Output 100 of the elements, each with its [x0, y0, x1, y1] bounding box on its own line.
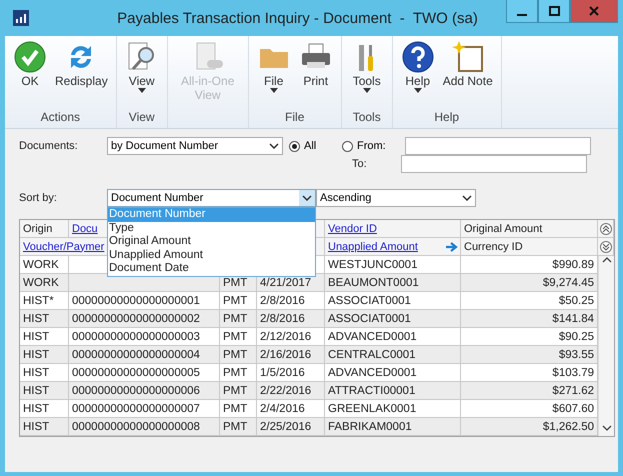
table-cell: PMT: [220, 310, 257, 328]
dropdown-option[interactable]: Type: [108, 222, 315, 235]
double-chevron-up-icon: [600, 222, 612, 234]
table-cell: 00000000000000000008: [69, 418, 220, 436]
table-cell: PMT: [220, 328, 257, 346]
table-cell: 00000000000000000004: [69, 346, 220, 364]
ribbon-button[interactable]: Add Note: [438, 36, 497, 110]
table-cell: PMT: [220, 292, 257, 310]
caret-down-icon: [414, 88, 422, 93]
chevron-down-icon: [302, 195, 312, 201]
ribbon-button[interactable]: File: [252, 36, 295, 110]
table-cell: $141.84: [461, 310, 598, 328]
table-cell: $990.89: [461, 256, 598, 274]
minimize-button[interactable]: [506, 0, 538, 23]
table-cell: BEAUMONT0001: [325, 274, 461, 292]
from-field[interactable]: [405, 137, 591, 155]
column-header[interactable]: Currency ID: [461, 238, 598, 256]
column-header[interactable]: Unapplied Amount: [325, 238, 461, 256]
table-cell: ASSOCIAT0001: [325, 292, 461, 310]
table-cell: PMT: [220, 418, 257, 436]
table-cell: PMT: [220, 346, 257, 364]
table-cell: 1/5/2016: [257, 364, 325, 382]
table-cell: 2/25/2016: [257, 418, 325, 436]
table-cell: 00000000000000000001: [69, 292, 220, 310]
column-header[interactable]: Original Amount: [461, 220, 598, 238]
table-cell: $103.79: [461, 364, 598, 382]
ribbon-button[interactable]: Print: [294, 36, 337, 110]
table-cell: HIST: [20, 328, 69, 346]
table-cell: HIST: [20, 400, 69, 418]
table-cell: 00000000000000000005: [69, 364, 220, 382]
documents-dropdown[interactable]: by Document Number: [107, 137, 283, 155]
table-cell: PMT: [220, 364, 257, 382]
chevron-down-icon: [462, 195, 472, 201]
chevron-up-icon: [602, 256, 612, 264]
table-cell: 00000000000000000006: [69, 382, 220, 400]
table-cell: HIST: [20, 382, 69, 400]
table-cell: $271.62: [461, 382, 598, 400]
table-cell: ADVANCED0001: [325, 364, 461, 382]
documents-label: Documents:: [19, 140, 79, 152]
maximize-icon: [548, 6, 560, 16]
chart-app-icon: [13, 10, 29, 26]
table-cell: $9,274.45: [461, 274, 598, 292]
window-title: Payables Transaction Inquiry - Document - TWO (sa): [116, 10, 479, 26]
table-cell: HIST*: [20, 292, 69, 310]
group-label: View: [128, 110, 155, 124]
ribbon-button[interactable]: View: [120, 36, 163, 110]
ribbon-button[interactable]: Help: [396, 36, 439, 110]
expand-button[interactable]: [598, 238, 614, 256]
table-cell: 2/12/2016: [257, 328, 325, 346]
close-button[interactable]: [570, 0, 618, 23]
table-cell: PMT: [220, 400, 257, 418]
caret-down-icon: [270, 88, 278, 93]
table-cell: HIST: [20, 418, 69, 436]
table-cell: 2/16/2016: [257, 346, 325, 364]
table-cell: 00000000000000000002: [69, 310, 220, 328]
check-icon: [13, 40, 47, 74]
caret-down-icon: [362, 88, 371, 93]
ribbon-button[interactable]: OK: [9, 36, 51, 110]
column-header[interactable]: Origin: [20, 220, 69, 238]
table-cell: $1,262.50: [461, 418, 598, 436]
table-cell: $90.25: [461, 328, 598, 346]
radio-label: From:: [357, 140, 387, 152]
help-icon: [400, 40, 435, 74]
radio-label: All: [304, 140, 318, 152]
table-cell: ASSOCIAT0001: [325, 310, 461, 328]
ribbon-button[interactable]: Redisplay: [51, 36, 112, 110]
arrow-right-icon: [446, 242, 458, 252]
table-cell: 2/8/2016: [257, 292, 325, 310]
sort-order-dropdown[interactable]: Ascending: [316, 189, 476, 207]
table-cell: WORK: [20, 274, 69, 292]
table-cell: 2/4/2016: [257, 400, 325, 418]
chevron-down-icon: [269, 143, 279, 149]
caret-down-icon: [138, 88, 146, 93]
table-cell: WESTJUNC0001: [325, 256, 461, 274]
column-header[interactable]: Vendor ID: [325, 220, 461, 238]
minimize-icon: [517, 14, 527, 16]
table-cell: HIST: [20, 310, 69, 328]
table-cell: 2/22/2016: [257, 382, 325, 400]
maximize-button[interactable]: [538, 0, 570, 23]
chevron-down-icon: [602, 424, 612, 432]
ribbon-button[interactable]: Tools: [346, 36, 388, 110]
table-cell: HIST: [20, 364, 69, 382]
table-cell: $93.55: [461, 346, 598, 364]
sort-field-dropdown[interactable]: Document Number: [107, 189, 316, 207]
table-cell: ATTRACTI00001: [325, 382, 461, 400]
to-label: To:: [352, 158, 368, 170]
group-label: Help: [434, 110, 460, 124]
scrollbar[interactable]: [598, 256, 614, 436]
radio-button[interactable]: [289, 140, 300, 152]
double-chevron-down-icon: [600, 240, 612, 252]
collapse-button[interactable]: [598, 220, 614, 238]
note-star-icon: [450, 40, 485, 74]
table-cell: PMT: [220, 382, 257, 400]
sort-by-label: Sort by:: [19, 192, 58, 204]
table-cell: GREENLAK0001: [325, 400, 461, 418]
radio-button[interactable]: [342, 140, 353, 152]
table-cell: 00000000000000000007: [69, 400, 220, 418]
to-field[interactable]: [401, 155, 587, 173]
table-cell: CENTRALC0001: [325, 346, 461, 364]
table-cell: $50.25: [461, 292, 598, 310]
